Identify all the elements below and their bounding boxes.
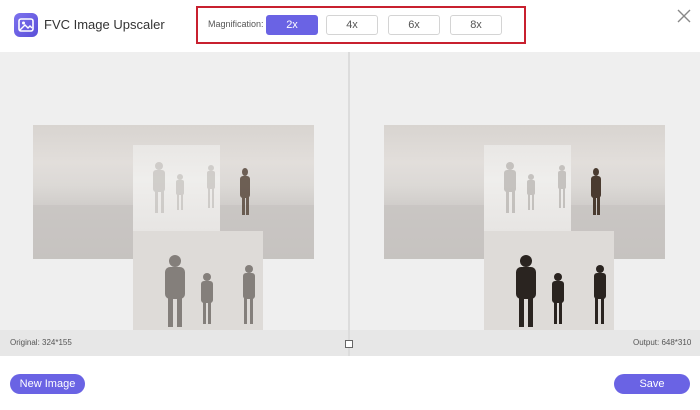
header-bar: FVC Image Upscaler Magnification: 2x 4x … <box>0 0 700 52</box>
magnification-option-2x[interactable]: 2x <box>266 15 318 35</box>
save-button[interactable]: Save <box>614 374 690 394</box>
original-dimensions: Original: 324*155 <box>10 338 72 347</box>
magnification-option-8x[interactable]: 8x <box>450 15 502 35</box>
image-upscale-logo-icon <box>14 13 38 37</box>
app-title: FVC Image Upscaler <box>44 17 165 32</box>
upscaler-window: FVC Image Upscaler Magnification: 2x 4x … <box>0 0 700 410</box>
compare-toggle-icon[interactable] <box>345 340 353 348</box>
output-preview-panel <box>350 52 700 356</box>
magnification-option-4x[interactable]: 4x <box>326 15 378 35</box>
magnification-label: Magnification: <box>208 19 264 29</box>
action-bar <box>0 356 700 410</box>
new-image-button[interactable]: New Image <box>10 374 85 394</box>
output-zoom-overlay <box>484 145 571 231</box>
output-dimensions: Output: 648*310 <box>633 338 692 347</box>
original-zoom-overlay <box>133 145 220 231</box>
original-preview-panel <box>0 52 348 356</box>
close-icon[interactable] <box>674 6 694 26</box>
magnification-selector: Magnification: 2x 4x 6x 8x <box>196 6 526 44</box>
magnification-option-6x[interactable]: 6x <box>388 15 440 35</box>
